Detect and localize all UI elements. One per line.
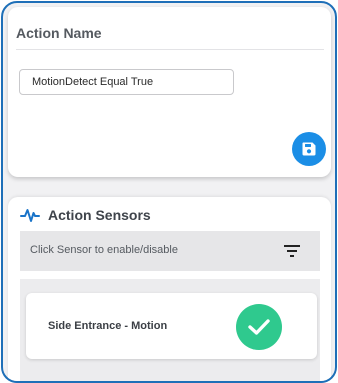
action-name-title: Action Name [16,25,102,41]
sensor-filter-bar: Click Sensor to enable/disable [20,231,320,271]
filter-hint-text: Click Sensor to enable/disable [30,244,178,256]
action-name-card: Action Name [8,7,331,177]
save-button[interactable] [292,132,326,166]
app-frame: Action Name Action Sensors Click Sensor … [1,1,337,383]
action-name-input[interactable] [19,69,234,95]
check-circle-icon[interactable] [236,304,282,350]
sensors-header: Action Sensors [20,207,151,223]
heartbeat-pulse-icon [20,209,40,222]
sensor-item-side-entrance[interactable]: Side Entrance - Motion [26,293,317,359]
action-sensors-card: Action Sensors Click Sensor to enable/di… [8,197,331,381]
floppy-disk-icon [302,142,316,156]
title-divider [16,49,324,50]
checkmark-icon [248,319,270,335]
filter-lines-icon[interactable] [284,244,300,258]
sensor-label: Side Entrance - Motion [48,320,168,332]
sensor-list: Side Entrance - Motion [20,279,320,381]
sensors-title: Action Sensors [48,207,151,223]
